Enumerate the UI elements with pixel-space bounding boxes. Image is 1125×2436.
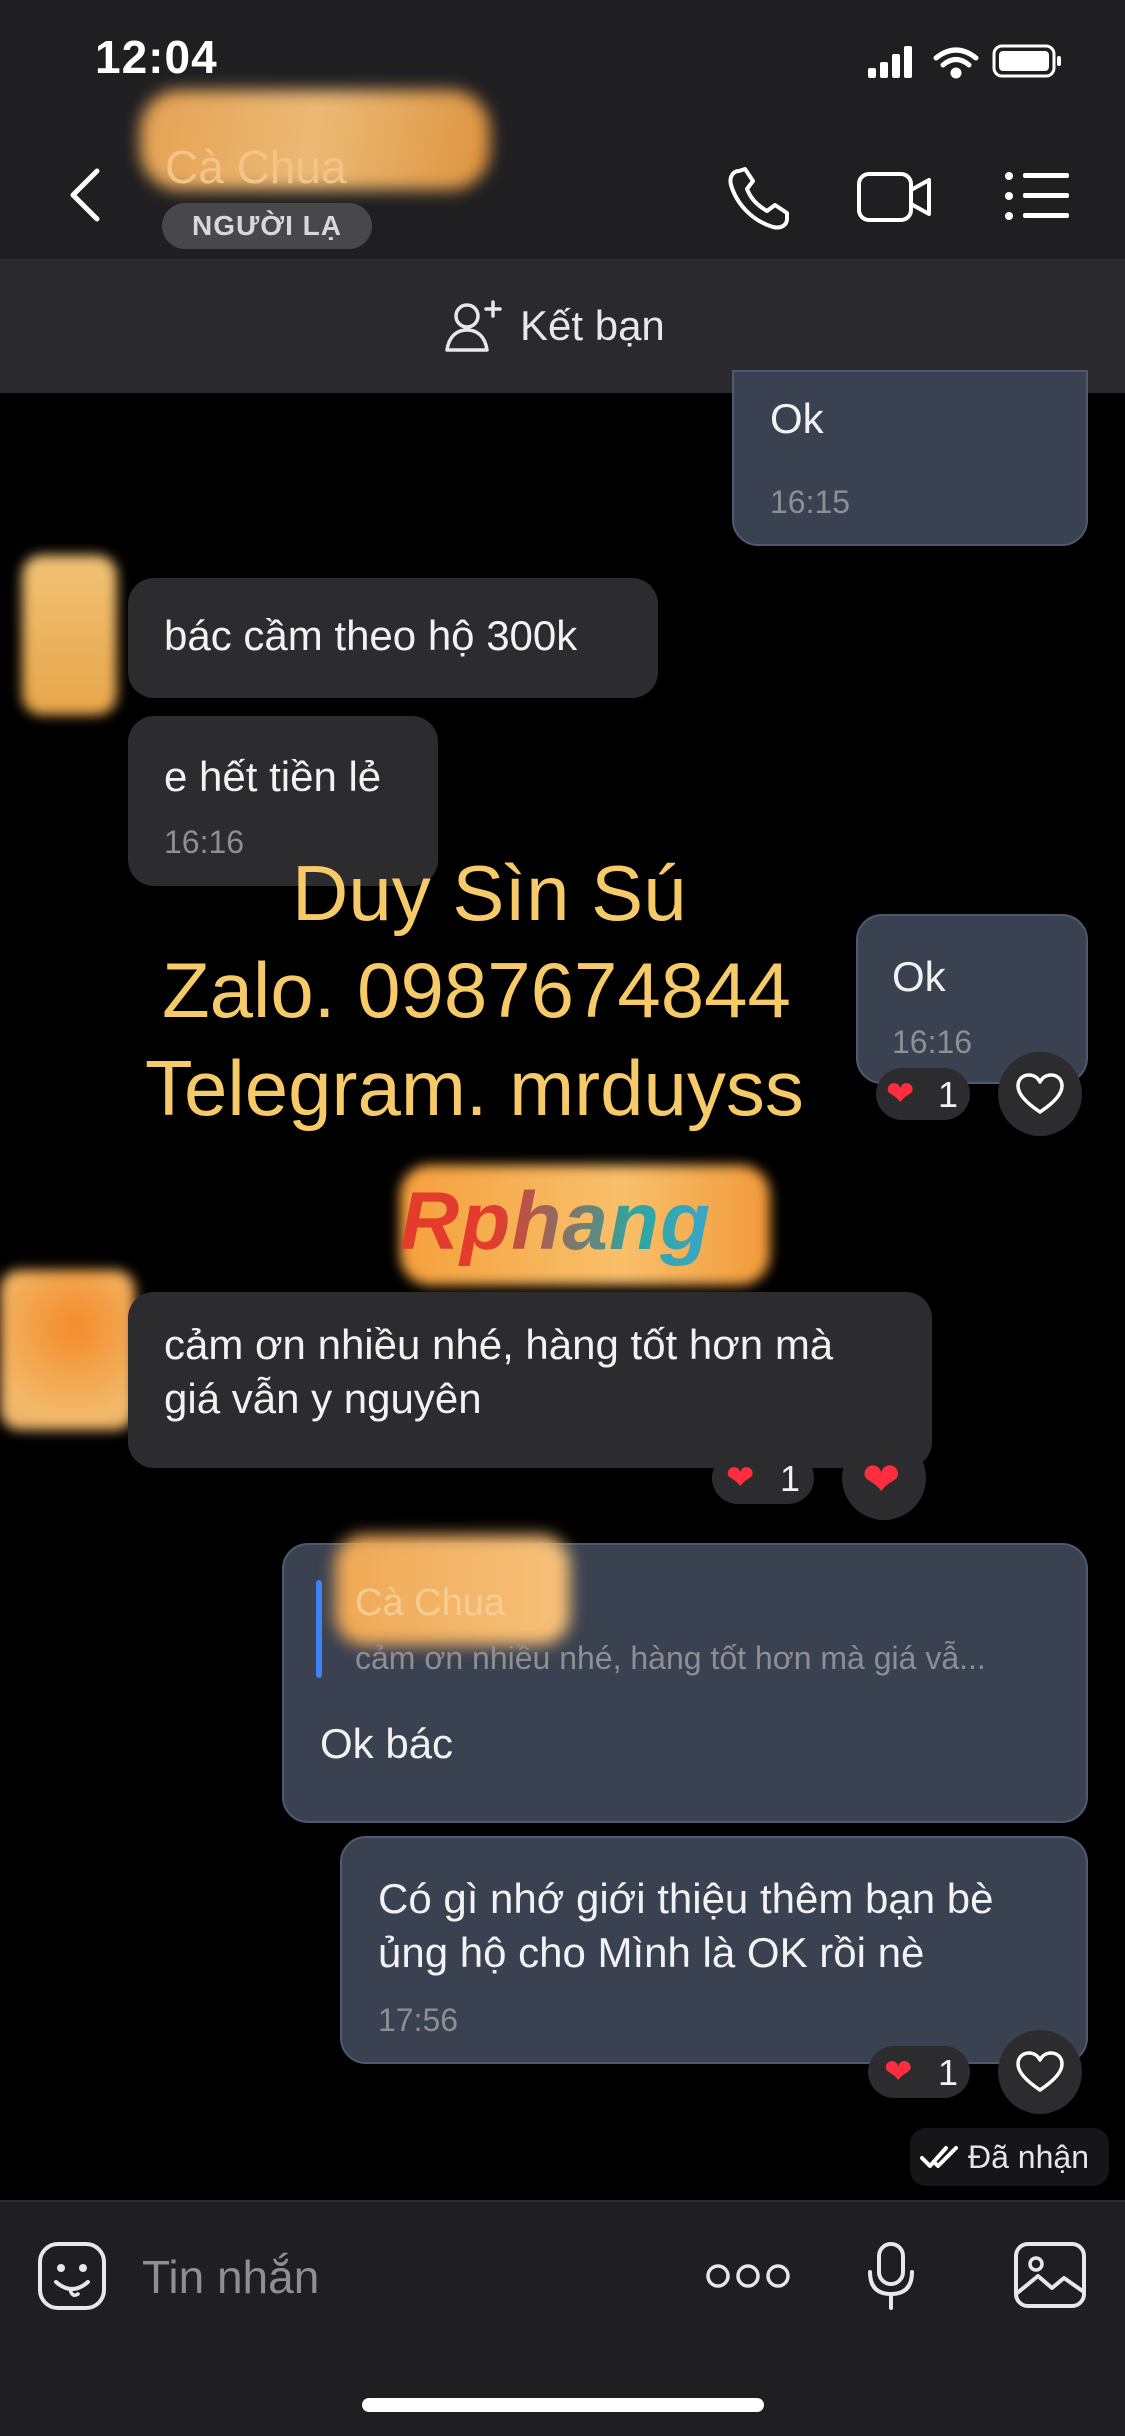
message-text: e hết tiền lẻ [164, 753, 382, 800]
heart-reaction-icon: ❤ [884, 2053, 913, 2091]
message-text: Ok [892, 953, 946, 1000]
add-friend-icon [445, 300, 502, 352]
watermark-name: Duy Sìn Sú [292, 849, 687, 937]
heart-filled-icon: ❤ [862, 1453, 901, 1505]
message-text-line: giá vẫn y nguyên [164, 1375, 482, 1422]
reaction-summary[interactable]: ❤ 1 [868, 2046, 970, 2098]
message-time: 16:16 [164, 824, 245, 860]
battery-icon [992, 44, 1061, 78]
react-button[interactable] [998, 1052, 1082, 1136]
message-input[interactable]: Tin nhắn [142, 2250, 319, 2304]
message-text-line: Có gì nhớ giới thiệu thêm bạn bè [378, 1875, 994, 1922]
status-icons [868, 44, 1061, 79]
reaction-count: 1 [938, 1074, 959, 1115]
outgoing-message-bubble[interactable]: Ok 16:15 [732, 370, 1088, 546]
phone-call-icon[interactable] [725, 165, 795, 235]
status-time: 12:04 [95, 31, 218, 83]
back-button[interactable] [65, 165, 105, 225]
incoming-message-bubble[interactable]: cảm ơn nhiều nhé, hàng tốt hơn mà giá vẫ… [128, 1292, 932, 1468]
read-status: Đã nhận [910, 2128, 1109, 2186]
quote-indicator [316, 1580, 322, 1678]
watermark-logo: Rphang [400, 1176, 712, 1267]
message-text-line: cảm ơn nhiều nhé, hàng tốt hơn mà [164, 1321, 834, 1368]
avatar[interactable] [22, 555, 117, 715]
video-call-icon[interactable] [855, 168, 935, 228]
photo-gallery-icon[interactable] [1012, 2240, 1088, 2310]
home-indicator[interactable] [362, 2398, 764, 2412]
heart-reaction-icon: ❤ [886, 1075, 915, 1113]
composer-divider [0, 2200, 1125, 2202]
wifi-icon [933, 47, 979, 79]
message-time: 17:56 [378, 2002, 459, 2038]
reaction-count: 1 [938, 2052, 959, 2093]
double-check-icon [920, 2146, 958, 2168]
message-time: 16:16 [892, 1024, 973, 1060]
heart-reaction-icon: ❤ [726, 1459, 755, 1497]
microphone-icon[interactable] [866, 2240, 916, 2312]
watermark-zalo: Zalo. 0987674844 [162, 946, 791, 1034]
message-time: 16:15 [770, 484, 851, 520]
heart-outline-icon [1016, 1073, 1064, 1114]
stranger-badge: NGƯỜI LẠ [162, 203, 372, 249]
menu-list-icon[interactable] [1003, 170, 1069, 222]
react-button[interactable] [998, 2030, 1082, 2114]
quoted-sender-name: Cà Chua [355, 1582, 505, 1624]
reaction-summary[interactable]: ❤ 1 [876, 1068, 970, 1120]
message-text-line: ủng hộ cho Mình là OK rồi nè [378, 1929, 925, 1976]
reaction-count: 1 [780, 1458, 801, 1499]
incoming-message-bubble[interactable]: bác cầm theo hộ 300k [128, 578, 658, 698]
watermark-telegram: Telegram. mrduyss [145, 1044, 804, 1132]
message-text: Ok [770, 395, 824, 442]
outgoing-message-bubble[interactable]: Có gì nhớ giới thiệu thêm bạn bè ủng hộ … [340, 1836, 1088, 2064]
avatar[interactable] [0, 1270, 135, 1430]
reaction-summary[interactable]: ❤ 1 [712, 1452, 814, 1504]
react-button[interactable]: ❤ [842, 1436, 926, 1520]
message-text: Ok bác [320, 1720, 454, 1767]
more-options-icon[interactable] [705, 2262, 791, 2290]
read-status-label: Đã nhận [968, 2139, 1089, 2175]
signal-icon [868, 46, 912, 78]
quoted-message-text[interactable]: cảm ơn nhiều nhé, hàng tốt hơn mà giá vẫ… [355, 1640, 986, 1677]
message-text: bác cầm theo hộ 300k [164, 612, 578, 659]
contact-name[interactable]: Cà Chua [165, 140, 347, 194]
add-friend-label[interactable]: Kết bạn [520, 302, 665, 350]
sticker-icon[interactable] [36, 2240, 108, 2312]
heart-outline-icon [1016, 2051, 1064, 2092]
